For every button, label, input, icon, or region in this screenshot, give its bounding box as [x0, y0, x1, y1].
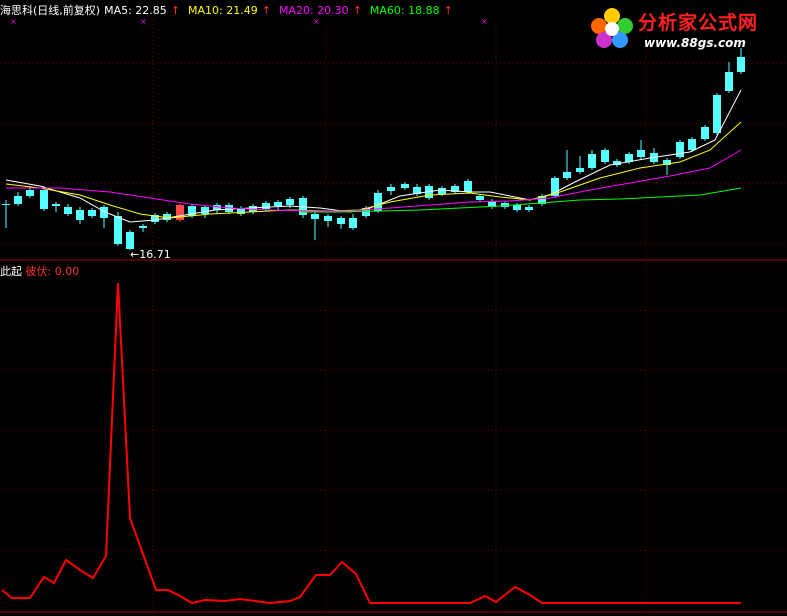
candle-body	[14, 196, 22, 204]
time-marker: ×	[10, 17, 17, 26]
site-logo: 分析家公式网 www.88gs.com	[586, 4, 781, 54]
candle-body	[525, 207, 533, 210]
indicator-series-label: 彼伏: 0.00	[25, 265, 80, 278]
candle-body	[713, 95, 721, 133]
candle-body	[563, 172, 571, 178]
candle-body	[88, 210, 96, 216]
candle-body	[676, 142, 684, 157]
indicator-name: 此起	[0, 265, 22, 278]
indicator-line	[1, 282, 741, 605]
candle-body	[324, 216, 332, 221]
ma60-label: MA60: 18.88 ↑	[369, 4, 453, 17]
candle-body	[64, 207, 72, 214]
candle-body	[349, 218, 357, 228]
time-marker: ×	[140, 17, 147, 26]
up-arrow-icon: ↑	[170, 4, 181, 17]
candle-body	[26, 190, 34, 196]
ma10-label: MA10: 21.49 ↑	[188, 4, 271, 17]
ma5-label: MA5: 22.85 ↑	[104, 4, 181, 17]
candle-body	[262, 203, 270, 209]
time-marker: ×	[313, 17, 320, 26]
candle-body	[725, 72, 733, 91]
candle-body	[438, 188, 446, 194]
price-header: 海思科(日线,前复权) MA5: 22.85 ↑ MA10: 21.49 ↑ MA20: …	[0, 2, 461, 18]
candle-body	[637, 150, 645, 157]
candle-body	[52, 204, 60, 206]
candle-body	[274, 202, 282, 206]
ma20-label: MA20: 20.30 ↑	[278, 4, 362, 17]
candle-body	[2, 204, 10, 205]
candle-body	[588, 154, 596, 168]
candle-body	[601, 150, 609, 162]
stock-title: 海思科(日线,前复权)	[0, 4, 101, 17]
candle-body	[737, 57, 745, 72]
candle-body	[311, 214, 319, 219]
candle-body	[464, 181, 472, 192]
logo-url: www.88gs.com	[644, 36, 746, 50]
candle-body	[337, 218, 345, 224]
candle-body	[114, 216, 122, 244]
up-arrow-icon: ↑	[261, 4, 271, 17]
candle-body	[476, 196, 484, 200]
up-arrow-icon: ↑	[352, 4, 362, 17]
candle-body	[286, 199, 294, 205]
candle-body	[513, 205, 521, 210]
up-arrow-icon: ↑	[443, 4, 453, 17]
candle-body	[701, 127, 709, 139]
logo-text: 分析家公式网	[638, 12, 759, 34]
chart-canvas[interactable]: × × × × × ×←16.71	[0, 0, 787, 616]
indicator-header: 此起 彼伏: 0.00	[0, 263, 80, 278]
flower-logo-icon	[591, 8, 633, 48]
candle-body	[76, 210, 84, 220]
candle-body	[139, 226, 147, 228]
candle-body	[576, 168, 584, 172]
candle-body	[688, 139, 696, 150]
time-marker: ×	[481, 17, 488, 26]
ma10-line	[5, 121, 742, 219]
candle-body	[401, 184, 409, 188]
candle-body	[40, 190, 48, 209]
candle-body	[126, 232, 134, 249]
candle-body	[387, 187, 395, 191]
low-price-marker: ←16.71	[130, 248, 171, 261]
candle-body	[201, 207, 209, 214]
